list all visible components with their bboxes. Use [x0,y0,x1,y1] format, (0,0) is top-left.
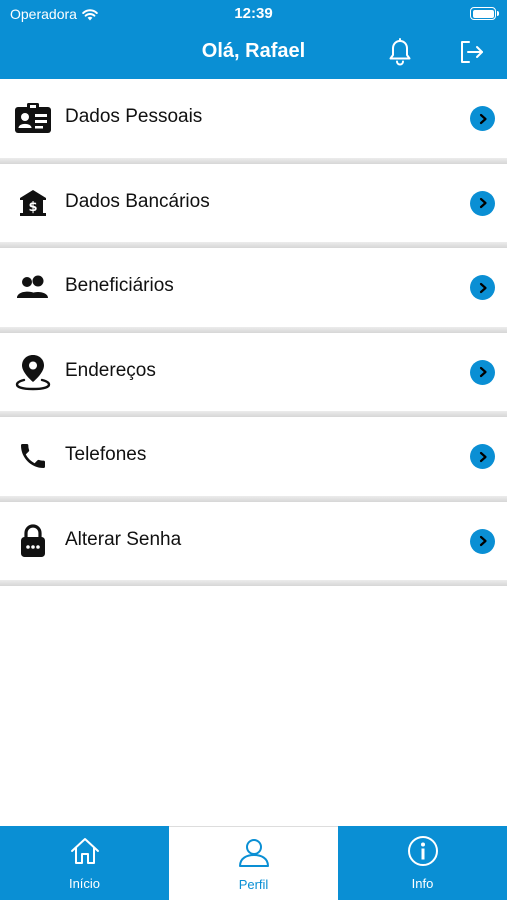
lock-icon [14,522,52,560]
chevron-right-icon[interactable] [470,359,495,385]
notifications-button[interactable] [384,36,416,68]
menu-item-dados-bancarios[interactable]: $ Dados Bancários [0,163,507,248]
menu-item-alterar-senha[interactable]: Alterar Senha [0,501,507,586]
menu-item-telefones[interactable]: Telefones [0,417,507,502]
bank-icon: $ [14,184,52,222]
chevron-right-icon[interactable] [470,190,495,216]
menu-item-beneficiarios[interactable]: Beneficiários [0,248,507,333]
logout-icon [461,41,483,63]
phone-icon [14,437,52,475]
page-title: Olá, Rafael [201,40,306,62]
bell-icon [389,38,411,66]
tab-bar: Início Perfil Info [0,826,507,900]
menu-item-label: Alterar Senha [65,528,182,550]
chevron-right-icon[interactable] [470,444,495,469]
status-bar: Operadora 12:39 [0,0,507,28]
id-card-icon [14,99,52,137]
info-icon [338,835,507,867]
logout-button[interactable] [455,36,487,68]
menu-item-label: Telefones [65,444,147,465]
chevron-right-icon[interactable] [470,106,495,131]
menu-item-enderecos[interactable]: Endereços [0,332,507,417]
tab-label: Início [68,876,101,891]
battery-icon [470,7,499,20]
tab-label: Info [411,876,434,891]
location-pin-icon [14,353,52,391]
user-icon [169,836,338,868]
menu-item-label: Beneficiários [65,275,174,296]
tab-perfil[interactable]: Perfil [169,826,338,900]
chevron-right-icon[interactable] [470,275,495,300]
app-header: Operadora 12:39 Olá, Rafael [0,0,507,79]
tab-label: Perfil [238,877,269,892]
home-icon [0,835,169,867]
svg-text:$: $ [28,200,37,215]
status-time: 12:39 [234,5,273,22]
menu-item-label: Dados Pessoais [65,106,203,127]
chevron-right-icon[interactable] [470,528,495,554]
people-icon [14,268,52,306]
menu-item-label: Endereços [65,359,156,381]
profile-menu: Dados Pessoais $ Dados Bancários Benefic… [0,79,507,586]
tab-inicio[interactable]: Início [0,826,169,900]
tab-info[interactable]: Info [338,826,507,900]
menu-item-label: Dados Bancários [65,190,210,212]
menu-item-dados-pessoais[interactable]: Dados Pessoais [0,79,507,164]
